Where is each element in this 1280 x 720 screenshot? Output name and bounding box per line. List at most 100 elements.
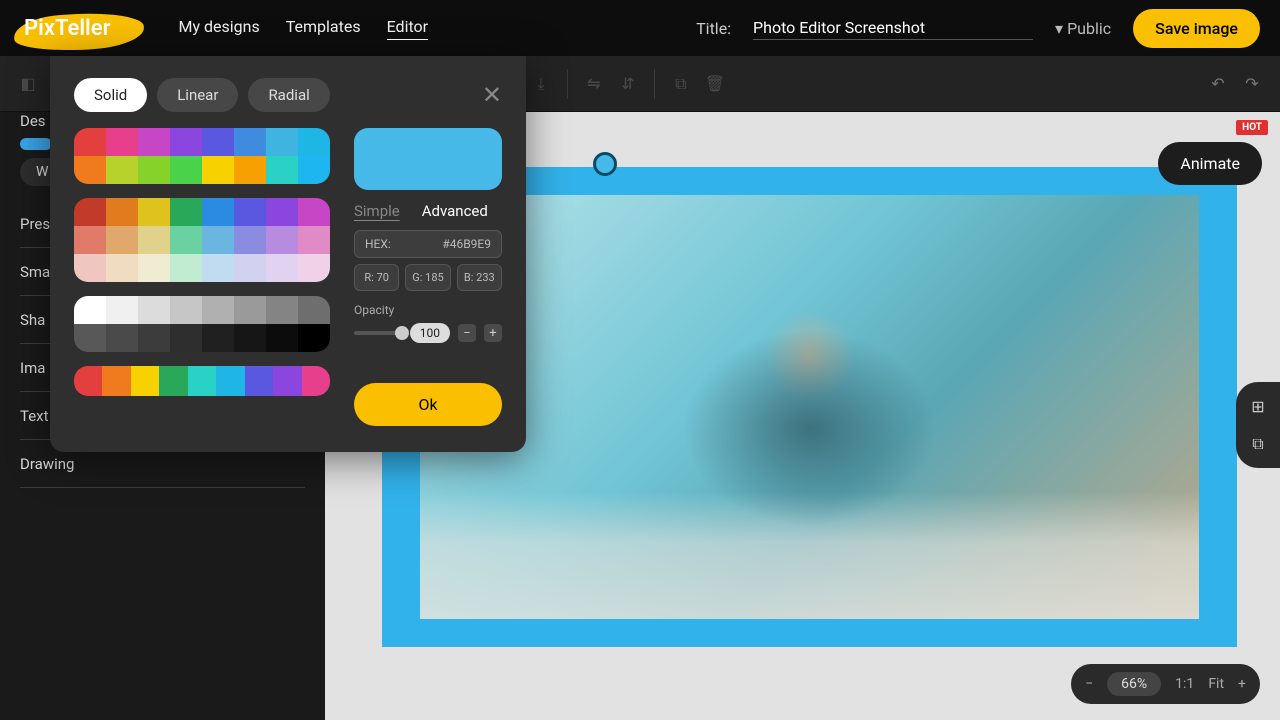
color-swatch[interactable] xyxy=(74,296,106,324)
color-swatch[interactable] xyxy=(138,296,170,324)
color-swatch[interactable] xyxy=(106,254,138,282)
sidebar-item-images[interactable]: Ima xyxy=(20,359,45,377)
redo-icon[interactable]: ↷ xyxy=(1238,70,1266,98)
zoom-percent[interactable]: 66% xyxy=(1107,672,1161,696)
duplicate-icon[interactable]: ⧉ xyxy=(667,70,695,98)
zoom-ratio[interactable]: 1:1 xyxy=(1175,676,1194,692)
color-swatch[interactable] xyxy=(202,128,234,156)
color-swatch[interactable] xyxy=(138,198,170,226)
add-layer-icon[interactable]: ⊞ xyxy=(1244,392,1272,420)
color-swatch[interactable] xyxy=(298,226,330,254)
mode-advanced[interactable]: Advanced xyxy=(422,202,488,220)
opacity-plus-button[interactable]: + xyxy=(484,324,502,342)
palette-material[interactable] xyxy=(74,198,330,282)
color-swatch[interactable] xyxy=(202,254,234,282)
opacity-value[interactable]: 100 xyxy=(410,323,450,343)
rgb-r-input[interactable]: R: 70 xyxy=(354,264,399,291)
color-swatch[interactable] xyxy=(170,254,202,282)
color-swatch[interactable] xyxy=(234,226,266,254)
color-swatch[interactable] xyxy=(234,198,266,226)
color-swatch[interactable] xyxy=(298,128,330,156)
color-swatch[interactable] xyxy=(202,296,234,324)
color-swatch[interactable] xyxy=(234,128,266,156)
color-swatch[interactable] xyxy=(138,324,170,352)
zoom-in-icon[interactable]: + xyxy=(1238,676,1246,692)
sidebar-item-shapes[interactable]: Sha xyxy=(20,311,45,329)
design-title-input[interactable] xyxy=(753,16,1033,40)
color-swatch[interactable] xyxy=(138,254,170,282)
color-swatch[interactable] xyxy=(266,156,298,184)
color-swatch[interactable] xyxy=(298,296,330,324)
nav-my-designs[interactable]: My designs xyxy=(179,17,260,40)
fill-tab-solid[interactable]: Solid xyxy=(74,78,147,112)
color-swatch[interactable] xyxy=(170,128,202,156)
color-swatch[interactable] xyxy=(266,198,298,226)
color-swatch[interactable] xyxy=(106,296,138,324)
nav-templates[interactable]: Templates xyxy=(286,17,361,40)
color-swatch[interactable] xyxy=(74,366,102,396)
color-swatch[interactable] xyxy=(170,296,202,324)
color-swatch[interactable] xyxy=(266,296,298,324)
color-swatch[interactable] xyxy=(170,226,202,254)
color-swatch[interactable] xyxy=(245,366,273,396)
color-swatch[interactable] xyxy=(74,198,106,226)
color-swatch[interactable] xyxy=(106,156,138,184)
color-swatch-blue[interactable] xyxy=(20,138,52,150)
color-swatch[interactable] xyxy=(298,324,330,352)
undo-icon[interactable]: ↶ xyxy=(1204,70,1232,98)
color-swatch[interactable] xyxy=(298,156,330,184)
slider-thumb-icon[interactable] xyxy=(395,326,409,340)
color-swatch[interactable] xyxy=(159,366,187,396)
color-swatch[interactable] xyxy=(234,254,266,282)
mode-simple[interactable]: Simple xyxy=(354,202,400,220)
color-swatch[interactable] xyxy=(131,366,159,396)
color-swatch[interactable] xyxy=(202,198,234,226)
color-swatch[interactable] xyxy=(106,324,138,352)
color-swatch[interactable] xyxy=(202,324,234,352)
color-swatch[interactable] xyxy=(138,128,170,156)
opacity-minus-button[interactable]: − xyxy=(458,324,476,342)
logo[interactable]: PixTeller xyxy=(20,16,111,41)
color-swatch[interactable] xyxy=(106,128,138,156)
fill-tab-radial[interactable]: Radial xyxy=(248,78,329,112)
color-swatch[interactable] xyxy=(298,254,330,282)
hex-input[interactable]: HEX: #46B9E9 xyxy=(354,230,502,258)
sidebar-item-presets[interactable]: Pres xyxy=(20,215,50,233)
trash-icon[interactable]: 🗑 xyxy=(701,70,729,98)
color-swatch[interactable] xyxy=(170,198,202,226)
sidebar-item-text[interactable]: Text xyxy=(20,407,49,425)
fill-tab-linear[interactable]: Linear xyxy=(157,78,238,112)
color-swatch[interactable] xyxy=(74,254,106,282)
color-swatch[interactable] xyxy=(74,128,106,156)
zoom-fit[interactable]: Fit xyxy=(1208,676,1224,692)
save-image-button[interactable]: Save image xyxy=(1133,9,1260,48)
color-swatch[interactable] xyxy=(234,156,266,184)
color-swatch[interactable] xyxy=(106,198,138,226)
color-swatch[interactable] xyxy=(138,156,170,184)
color-swatch[interactable] xyxy=(106,226,138,254)
color-swatch[interactable] xyxy=(298,198,330,226)
sidebar-item-smart[interactable]: Sma xyxy=(20,263,50,281)
color-swatch[interactable] xyxy=(266,226,298,254)
palette-grays[interactable] xyxy=(74,296,330,352)
color-swatch[interactable] xyxy=(188,366,216,396)
color-swatch[interactable] xyxy=(216,366,244,396)
rotate-handle-icon[interactable] xyxy=(593,152,617,176)
color-swatch[interactable] xyxy=(202,226,234,254)
duplicate-layer-icon[interactable]: ⧉ xyxy=(1244,430,1272,458)
align-bottom-icon[interactable]: ⤓ xyxy=(527,70,555,98)
color-fill-icon[interactable]: ◧ xyxy=(14,70,42,98)
rgb-b-input[interactable]: B: 233 xyxy=(457,264,502,291)
palette-bright[interactable] xyxy=(74,128,330,184)
color-swatch[interactable] xyxy=(234,324,266,352)
rgb-g-input[interactable]: G: 185 xyxy=(405,264,450,291)
color-swatch[interactable] xyxy=(170,324,202,352)
color-swatch[interactable] xyxy=(202,156,234,184)
palette-strip[interactable] xyxy=(74,366,330,396)
nav-editor[interactable]: Editor xyxy=(387,17,428,40)
opacity-slider[interactable] xyxy=(354,331,402,335)
color-swatch[interactable] xyxy=(273,366,301,396)
color-swatch[interactable] xyxy=(74,156,106,184)
color-swatch[interactable] xyxy=(74,226,106,254)
color-swatch[interactable] xyxy=(74,324,106,352)
